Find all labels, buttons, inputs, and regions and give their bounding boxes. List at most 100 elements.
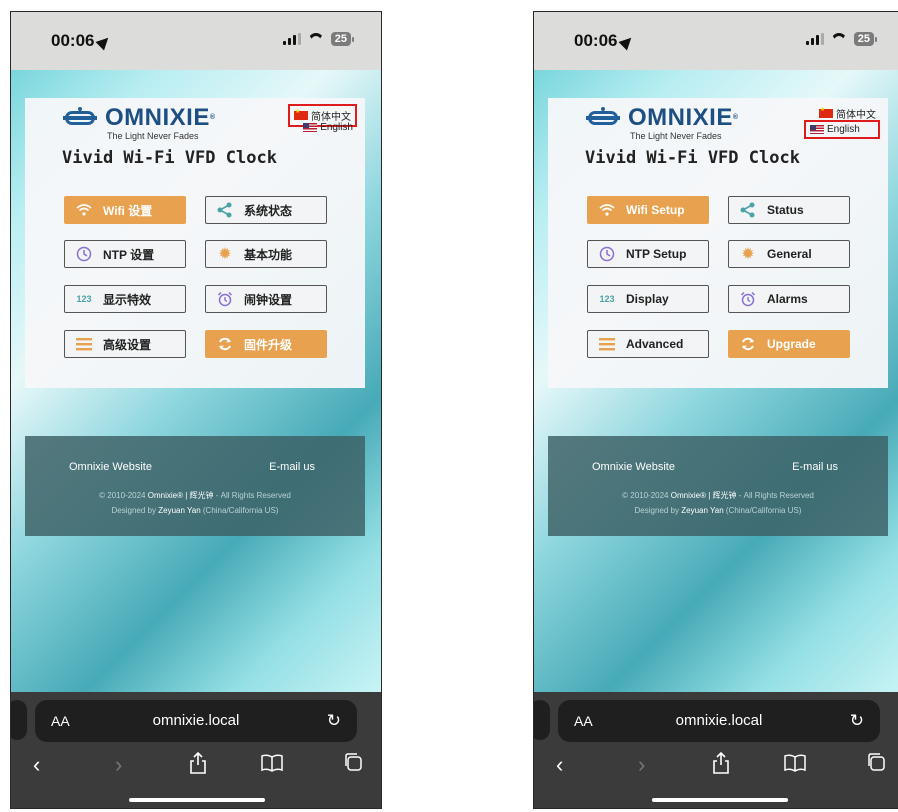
language-label: English <box>827 124 860 135</box>
safari-bottom-bar: AA omnixie.local ↻ ‹ › <box>534 692 898 808</box>
reload-icon[interactable]: ↻ <box>850 711 864 731</box>
location-arrow-icon <box>95 33 113 51</box>
share-nodes-icon <box>739 201 757 219</box>
url-text: omnixie.local <box>152 712 240 729</box>
button-label: 基本功能 <box>244 247 293 262</box>
advanced-button[interactable]: 高级设置 <box>64 330 186 358</box>
general-button[interactable]: ✹ 基本功能 <box>205 240 327 268</box>
previous-tab-stub[interactable] <box>11 700 27 740</box>
reload-icon[interactable]: ↻ <box>327 711 341 731</box>
website-link[interactable]: Omnixie Website <box>69 461 152 473</box>
bookmarks-icon[interactable] <box>261 752 283 778</box>
tabs-icon[interactable] <box>866 752 886 778</box>
language-option-english[interactable]: English <box>804 120 880 139</box>
button-label: 闹钟设置 <box>244 292 293 307</box>
status-bar: 00:06 25 <box>11 12 381 70</box>
bookmarks-icon[interactable] <box>784 752 806 778</box>
email-link[interactable]: E-mail us <box>269 461 315 473</box>
main-card: OMNIXIE® The Light Never Fades Vivid Wi-… <box>548 98 888 388</box>
numbers-123-icon: 123 <box>76 294 92 304</box>
alarms-button[interactable]: 闹钟设置 <box>205 285 327 313</box>
status-bar: 00:06 25 <box>534 12 898 70</box>
advanced-button[interactable]: Advanced <box>587 330 709 358</box>
status-button[interactable]: Status <box>728 196 850 224</box>
forward-icon[interactable]: › <box>115 752 122 778</box>
brand-tagline: The Light Never Fades <box>630 131 722 141</box>
alarm-clock-icon <box>216 290 234 308</box>
language-label: English <box>320 122 353 133</box>
wifi-setup-button[interactable]: Wifi 设置 <box>64 196 186 224</box>
page-title: Vivid Wi-Fi VFD Clock <box>585 148 800 168</box>
alarms-button[interactable]: Alarms <box>728 285 850 313</box>
cell-signal-icon <box>282 33 301 45</box>
button-label: Display <box>626 292 669 306</box>
address-bar[interactable]: AA omnixie.local ↻ <box>35 700 357 742</box>
button-label: Status <box>767 203 804 217</box>
address-bar[interactable]: AA omnixie.local ↻ <box>558 700 880 742</box>
email-link[interactable]: E-mail us <box>792 461 838 473</box>
footer: Omnixie Website E-mail us © 2010-2024 Om… <box>25 436 365 536</box>
website-link[interactable]: Omnixie Website <box>592 461 675 473</box>
button-label: 显示特效 <box>103 292 152 307</box>
status-button[interactable]: 系统状态 <box>205 196 327 224</box>
share-nodes-icon <box>216 201 234 219</box>
ntp-setup-button[interactable]: NTP Setup <box>587 240 709 268</box>
previous-tab-stub[interactable] <box>534 700 550 740</box>
home-indicator <box>129 798 265 802</box>
back-icon[interactable]: ‹ <box>33 752 40 778</box>
refresh-icon <box>739 335 757 353</box>
brand-name: OMNIXIE® <box>628 104 739 131</box>
omnixie-logo: OMNIXIE® <box>586 106 739 130</box>
button-label: Upgrade <box>767 337 816 351</box>
ntp-setup-button[interactable]: NTP 设置 <box>64 240 186 268</box>
wifi-setup-button[interactable]: Wifi Setup <box>587 196 709 224</box>
display-button[interactable]: 123 显示特效 <box>64 285 186 313</box>
button-label: Alarms <box>767 292 808 306</box>
browser-toolbar: ‹ › <box>534 751 898 782</box>
safari-bottom-bar: AA omnixie.local ↻ ‹ › <box>11 692 381 808</box>
copyright-text: © 2010-2024 Omnixie® | 辉光钟 - All Rights … <box>99 491 291 515</box>
button-label: 高级设置 <box>103 337 152 352</box>
forward-icon[interactable]: › <box>638 752 645 778</box>
omnixie-logo-icon <box>586 107 620 128</box>
menu-lines-icon <box>75 335 93 353</box>
status-time: 00:06 <box>574 31 636 51</box>
status-time: 00:06 <box>51 31 113 51</box>
cell-signal-icon <box>805 33 824 45</box>
language-option-english[interactable]: English <box>299 120 357 135</box>
main-card: OMNIXIE® The Light Never Fades Vivid Wi-… <box>25 98 365 388</box>
display-button[interactable]: 123 Display <box>587 285 709 313</box>
url-text: omnixie.local <box>675 712 763 729</box>
upgrade-button[interactable]: 固件升级 <box>205 330 327 358</box>
button-label: 固件升级 <box>244 337 293 352</box>
button-label: 系统状态 <box>244 203 293 218</box>
us-flag-icon <box>810 125 824 134</box>
china-flag-icon <box>819 106 833 118</box>
numbers-123-icon: 123 <box>599 294 615 304</box>
copyright-text: © 2010-2024 Omnixie® | 辉光钟 - All Rights … <box>622 491 814 515</box>
share-icon[interactable] <box>712 751 730 780</box>
button-label: Wifi Setup <box>626 203 685 217</box>
button-label: NTP Setup <box>626 247 687 261</box>
phone-screenshot-english: 00:06 25 OMNIXIE® The Light Never Fades … <box>533 11 898 809</box>
omnixie-logo: OMNIXIE® <box>63 106 216 130</box>
menu-lines-icon <box>598 335 616 353</box>
general-button[interactable]: ✹ General <box>728 240 850 268</box>
gear-icon: ✹ <box>741 246 755 263</box>
button-label: General <box>767 247 812 261</box>
webview: OMNIXIE® The Light Never Fades Vivid Wi-… <box>534 70 898 692</box>
back-icon[interactable]: ‹ <box>556 752 563 778</box>
button-label: Advanced <box>626 337 684 351</box>
phone-screenshot-chinese: 00:06 25 OMNIXIE® The Light Never Fades … <box>10 11 382 809</box>
wifi-status-icon <box>831 33 847 45</box>
share-icon[interactable] <box>189 751 207 780</box>
omnixie-logo-icon <box>63 107 97 128</box>
wifi-status-icon <box>308 33 324 45</box>
gear-icon: ✹ <box>218 246 232 263</box>
wifi-icon <box>75 201 93 219</box>
tabs-icon[interactable] <box>343 752 363 778</box>
wifi-icon <box>598 201 616 219</box>
language-label: 简体中文 <box>836 110 876 121</box>
home-indicator <box>652 798 788 802</box>
upgrade-button[interactable]: Upgrade <box>728 330 850 358</box>
